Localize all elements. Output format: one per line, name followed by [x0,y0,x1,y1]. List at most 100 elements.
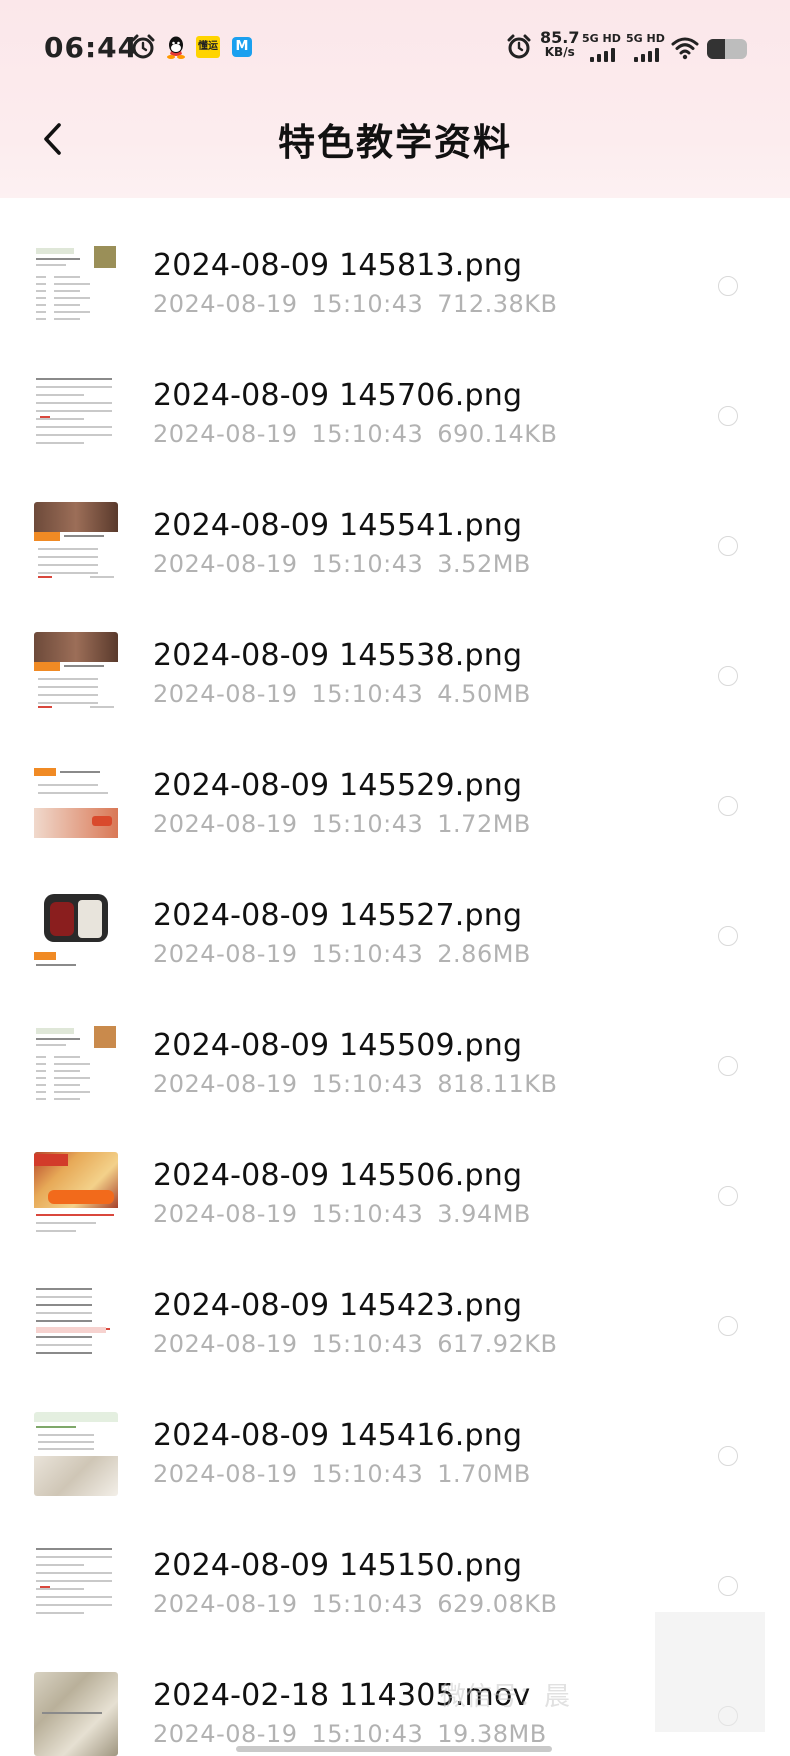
watermark-text: 微信号：晨 [440,1682,571,1712]
alarm-icon [131,34,155,59]
qq-icon [167,36,185,59]
file-name: 2024-08-09 145527.png [153,898,523,933]
signal-label: 5G HD [626,32,665,45]
file-row[interactable]: 2024-08-09 145541.png 2024-08-19 15:10:43 3… [0,474,790,604]
file-size: 629.08KB [437,1590,558,1618]
file-name: 2024-08-09 145509.png [153,1028,523,1063]
app-icon: 懂运 [196,36,220,58]
page-title: 特色教学资料 [278,121,512,164]
select-radio[interactable] [718,1316,738,1336]
file-meta: 2024-08-19 15:10:43 712.38KB [153,290,571,318]
select-radio[interactable] [718,926,738,946]
network-speed-unit: KB/s [544,45,575,59]
select-radio[interactable] [718,1056,738,1076]
file-time: 15:10:43 [311,550,424,578]
file-time: 15:10:43 [311,1720,424,1748]
signal-bars-icon [634,48,664,62]
file-time: 15:10:43 [311,1460,424,1488]
file-thumbnail [34,242,118,326]
file-thumbnail [34,502,118,586]
app-icon: M [232,37,252,57]
battery-level [707,39,725,59]
home-indicator[interactable] [236,1746,552,1752]
file-date: 2024-08-19 [153,420,298,448]
file-meta: 2024-08-19 15:10:43 3.52MB [153,550,545,578]
file-thumbnail [34,1412,118,1496]
file-size: 3.52MB [437,550,531,578]
file-size: 818.11KB [437,1070,558,1098]
file-row[interactable]: 2024-08-09 145527.png 2024-08-19 15:10:43 2… [0,864,790,994]
file-thumbnail [34,632,118,716]
file-date: 2024-08-19 [153,1460,298,1488]
file-row[interactable]: 2024-08-09 145423.png 2024-08-19 15:10:43 6… [0,1254,790,1384]
file-size: 3.94MB [437,1200,531,1228]
file-size: 690.14KB [437,420,558,448]
file-row[interactable]: 2024-08-09 145706.png 2024-08-19 15:10:43 6… [0,344,790,474]
file-row[interactable]: 2024-08-09 145506.png 2024-08-19 15:10:43 3… [0,1124,790,1254]
signal-label: 5G HD [582,32,621,45]
file-date: 2024-08-19 [153,1590,298,1618]
file-meta: 2024-08-19 15:10:43 629.08KB [153,1590,571,1618]
file-size: 4.50MB [437,680,531,708]
file-date: 2024-08-19 [153,810,298,838]
file-row[interactable]: 2024-08-09 145538.png 2024-08-19 15:10:43 4… [0,604,790,734]
file-row[interactable]: 2024-08-09 145813.png 2024-08-19 15:10:43 7… [0,214,790,344]
file-name: 2024-08-09 145150.png [153,1548,523,1583]
select-radio[interactable] [718,1446,738,1466]
file-time: 15:10:43 [311,1070,424,1098]
file-meta: 2024-08-19 15:10:43 690.14KB [153,420,571,448]
status-bar: 06:44 懂运 M 85.7 KB/s 5G HD 5G HD [0,0,790,100]
network-speed-value: 85.7 [540,28,580,47]
file-name: 2024-08-09 145538.png [153,638,523,673]
file-time: 15:10:43 [311,420,424,448]
file-date: 2024-08-19 [153,940,298,968]
select-radio[interactable] [718,796,738,816]
file-meta: 2024-08-19 15:10:43 3.94MB [153,1200,545,1228]
file-meta: 2024-08-19 15:10:43 2.86MB [153,940,545,968]
file-time: 15:10:43 [311,290,424,318]
file-size: 19.38MB [437,1720,547,1748]
file-time: 15:10:43 [311,810,424,838]
network-speed: 85.7 KB/s [540,30,579,60]
file-name: 2024-08-09 145506.png [153,1158,523,1193]
file-meta: 2024-08-19 15:10:43 1.70MB [153,1460,545,1488]
file-row[interactable]: 2024-08-09 145416.png 2024-08-19 15:10:43 1… [0,1384,790,1514]
file-size: 712.38KB [437,290,558,318]
battery-icon [707,39,747,59]
file-list: 2024-08-09 145813.png 2024-08-19 15:10:43 7… [0,214,790,1756]
watermark-overlay [655,1612,765,1732]
wifi-icon [671,37,699,60]
file-time: 15:10:43 [311,1200,424,1228]
file-name: 2024-08-09 145529.png [153,768,523,803]
file-meta: 2024-08-19 15:10:43 1.72MB [153,810,545,838]
file-thumbnail [34,1282,118,1366]
file-meta: 2024-08-19 15:10:43 818.11KB [153,1070,571,1098]
file-date: 2024-08-19 [153,1720,298,1748]
select-radio[interactable] [718,1576,738,1596]
file-size: 2.86MB [437,940,531,968]
select-radio[interactable] [718,666,738,686]
file-meta: 2024-08-19 15:10:43 19.38MB [153,1720,561,1748]
file-date: 2024-08-19 [153,1330,298,1358]
select-radio[interactable] [718,276,738,296]
file-date: 2024-08-19 [153,1200,298,1228]
file-date: 2024-08-19 [153,1070,298,1098]
file-meta: 2024-08-19 15:10:43 4.50MB [153,680,545,708]
signal-indicator: 5G HD [626,32,670,64]
file-name: 2024-08-09 145423.png [153,1288,523,1323]
file-name: 2024-08-09 145416.png [153,1418,523,1453]
file-row[interactable]: 2024-08-09 145509.png 2024-08-19 15:10:43 8… [0,994,790,1124]
select-radio[interactable] [718,1186,738,1206]
signal-indicator: 5G HD [582,32,626,64]
file-date: 2024-08-19 [153,550,298,578]
file-time: 15:10:43 [311,680,424,708]
clock: 06:44 [44,31,139,64]
select-radio[interactable] [718,536,738,556]
file-row[interactable]: 2024-08-09 145529.png 2024-08-19 15:10:43 1… [0,734,790,864]
file-name: 2024-08-09 145706.png [153,378,523,413]
file-thumbnail [34,1672,118,1756]
select-radio[interactable] [718,406,738,426]
file-thumbnail [34,1022,118,1106]
file-time: 15:10:43 [311,1590,424,1618]
file-date: 2024-08-19 [153,680,298,708]
